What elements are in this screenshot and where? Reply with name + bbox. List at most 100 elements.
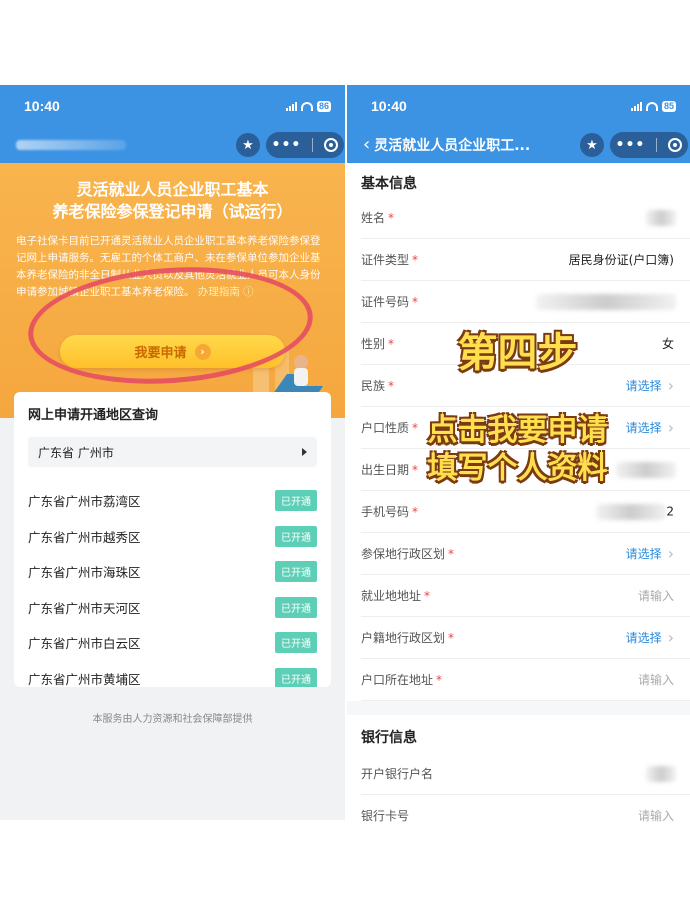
city-selector[interactable]: 广东省 广州市 [28,437,317,467]
status-bar: 10:40 85 [347,85,690,127]
hukou-address-field[interactable]: 户口所在地址 * 请输入 [361,659,690,701]
field-label: 民族 * [361,379,395,393]
field-label: 就业地地址 * [361,589,431,603]
status-badge: 已开通 [275,667,317,687]
star-icon[interactable]: ★ [580,133,604,157]
phone-value: 2 [596,503,674,520]
blurred-nav-title [16,140,126,150]
field-label: 证件类型 * [361,253,419,267]
field-label: 证件号码 * [361,295,419,309]
redacted-value [616,461,676,478]
right-phone-screen: 10:40 85 ‹ 灵活就业人员企业职工... ★ ••• 基本信息 姓名* [345,85,690,835]
gender-field[interactable]: 性别 * 女 [361,323,690,365]
nav-bar: ★ ••• [0,127,345,163]
gender-value: 女 [661,337,674,351]
hukou-address-input[interactable]: 请输入 [638,671,674,688]
capsule-divider [312,138,314,152]
redacted-value [646,209,676,226]
work-address-input[interactable]: 请输入 [638,587,674,604]
nav-bar: ‹ 灵活就业人员企业职工... ★ ••• [347,127,690,163]
insured-region-select[interactable]: 请选择 [626,544,674,563]
status-bar: 10:40 86 [0,85,345,127]
ethnicity-field[interactable]: 民族 * 请选择 [361,365,690,407]
system-icons: 85 [630,100,676,112]
wifi-icon [645,101,658,111]
district-name: 广东省广州市白云区 [28,636,141,652]
wifi-icon [300,101,313,111]
miniprogram-capsule: ••• [266,132,344,158]
phone-field[interactable]: 手机号码 * 2 [361,491,690,533]
status-badge: 已开通 [275,596,317,618]
field-label: 出生日期 * [361,463,419,477]
banner-title-line1: 灵活就业人员企业职工基本 [76,180,269,199]
field-label: 户口所在地址 * [361,673,443,687]
field-label: 户籍地行政区划 * [361,631,455,645]
id-type-value: 居民身份证(户口簿) [568,253,674,267]
hukou-type-select[interactable]: 请选择 [626,418,674,437]
application-form: 基本信息 姓名 * 证件类型 * 居民身份证(户口簿) 证件号码 * 性别 * 女 民族… [347,163,690,835]
page-title: 灵活就业人员企业职工... [374,138,531,154]
district-name: 广东省广州市海珠区 [28,565,141,581]
hukou-region-select[interactable]: 请选择 [626,628,674,647]
birth-date-field[interactable]: 出生日期 * [361,449,690,491]
ethnicity-select[interactable]: 请选择 [626,376,674,395]
section-gap [347,701,690,715]
work-address-field[interactable]: 就业地地址 * 请输入 [361,575,690,617]
id-number-field[interactable]: 证件号码 * [361,281,690,323]
redacted-value [646,765,676,782]
triangle-right-icon [302,448,307,456]
section-title-bank: 银行信息 [347,715,690,753]
region-query-card: 网上申请开通地区查询 广东省 广州市 广东省广州市荔湾区 已开通 广东省广州市越秀… [14,392,331,687]
district-name: 广东省广州市黄埔区 [28,671,141,687]
district-name: 广东省广州市天河区 [28,600,141,616]
district-name: 广东省广州市荔湾区 [28,494,141,510]
status-badge: 已开通 [275,561,317,583]
list-item: 广东省广州市海珠区 已开通 [28,554,317,590]
list-item: 广东省广州市天河区 已开通 [28,590,317,626]
system-icons: 86 [285,100,331,112]
section-title-basic: 基本信息 [347,163,690,197]
battery-icon: 85 [661,100,676,112]
close-miniprogram-icon[interactable] [668,138,683,152]
left-phone-screen: 10:40 86 ★ ••• 灵活就业人员企业职工基本 养老保险参保登记申请（试… [0,85,345,820]
field-label: 参保地行政区划 * [361,547,455,561]
more-icon[interactable]: ••• [272,137,302,153]
city-selector-value: 广东省 广州市 [38,445,114,460]
status-badge: 已开通 [275,632,317,654]
miniprogram-capsule: ••• [610,132,688,158]
banner-title-line2: 养老保险参保登记申请（试运行） [52,202,293,221]
field-label: 姓名 * [361,211,395,225]
hukou-type-field[interactable]: 户口性质 * 请选择 [361,407,690,449]
district-name: 广东省广州市越秀区 [28,529,141,545]
status-badge: 已开通 [275,525,317,547]
bank-card-input[interactable]: 请输入 [638,807,674,824]
list-item: 广东省广州市白云区 已开通 [28,625,317,661]
service-footer: 本服务由人力资源和社会保障部提供 [92,714,253,725]
signal-icon [630,101,642,111]
comparison-screenshot: 10:40 86 ★ ••• 灵活就业人员企业职工基本 养老保险参保登记申请（试… [0,0,690,920]
list-item: 广东省广州市越秀区 已开通 [28,519,317,555]
field-label: 手机号码 * [361,505,419,519]
bank-account-name-field[interactable]: 开户银行户名 [361,753,690,795]
list-item: 广东省广州市黄埔区 已开通 [28,661,317,687]
star-icon[interactable]: ★ [236,133,260,157]
battery-icon: 86 [316,100,331,112]
redacted-value [536,293,676,310]
insured-region-field[interactable]: 参保地行政区划 * 请选择 [361,533,690,575]
back-icon[interactable]: ‹ [363,136,370,154]
more-icon[interactable]: ••• [616,137,646,153]
bank-card-number-field[interactable]: 银行卡号 请输入 [361,795,690,835]
district-list: 广东省广州市荔湾区 已开通 广东省广州市越秀区 已开通 广东省广州市海珠区 已开通 广… [28,483,317,687]
name-field[interactable]: 姓名 * [361,197,690,239]
close-miniprogram-icon[interactable] [324,138,339,152]
id-type-field[interactable]: 证件类型 * 居民身份证(户口簿) [361,239,690,281]
field-label: 银行卡号 [361,809,410,823]
status-time: 10:40 [371,98,407,114]
field-label: 性别 * [361,337,395,351]
status-time: 10:40 [24,98,60,114]
signal-icon [285,101,297,111]
banner-title: 灵活就业人员企业职工基本 养老保险参保登记申请（试运行） [16,179,329,223]
hukou-region-field[interactable]: 户籍地行政区划 * 请选择 [361,617,690,659]
list-item: 广东省广州市荔湾区 已开通 [28,483,317,519]
card-title: 网上申请开通地区查询 [28,408,159,423]
